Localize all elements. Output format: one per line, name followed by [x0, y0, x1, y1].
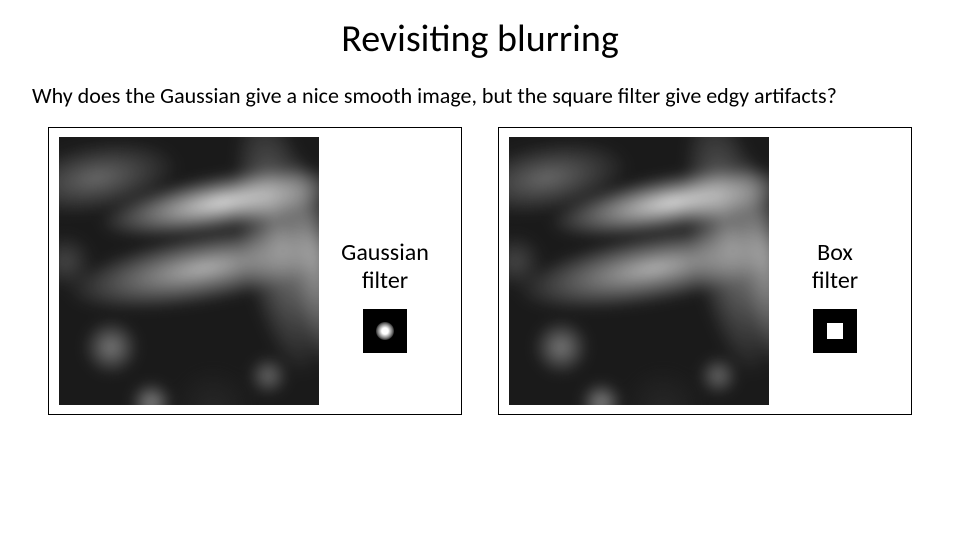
box-filter-label: Box filter [812, 239, 858, 294]
gaussian-filter-label: Gaussian filter [341, 239, 429, 294]
gaussian-dot-icon [376, 322, 394, 340]
gaussian-kernel-icon [363, 309, 407, 353]
box-label-line1: Box [817, 238, 853, 267]
box-sample-image [509, 137, 769, 405]
gaussian-label-line1: Gaussian [341, 238, 429, 267]
box-square-icon [827, 323, 843, 339]
slide-question: Why does the Gaussian give a nice smooth… [0, 82, 960, 127]
gaussian-label-wrap: Gaussian filter [319, 189, 451, 352]
box-label-wrap: Box filter [769, 189, 901, 352]
slide-title: Revisiting blurring [0, 0, 960, 82]
box-panel: Box filter [498, 127, 912, 415]
box-kernel-icon [813, 309, 857, 353]
gaussian-label-line2: filter [362, 266, 408, 295]
gaussian-sample-image [59, 137, 319, 405]
panels-row: Gaussian filter Box filter [0, 127, 960, 415]
gaussian-panel: Gaussian filter [48, 127, 462, 415]
box-label-line2: filter [812, 266, 858, 295]
